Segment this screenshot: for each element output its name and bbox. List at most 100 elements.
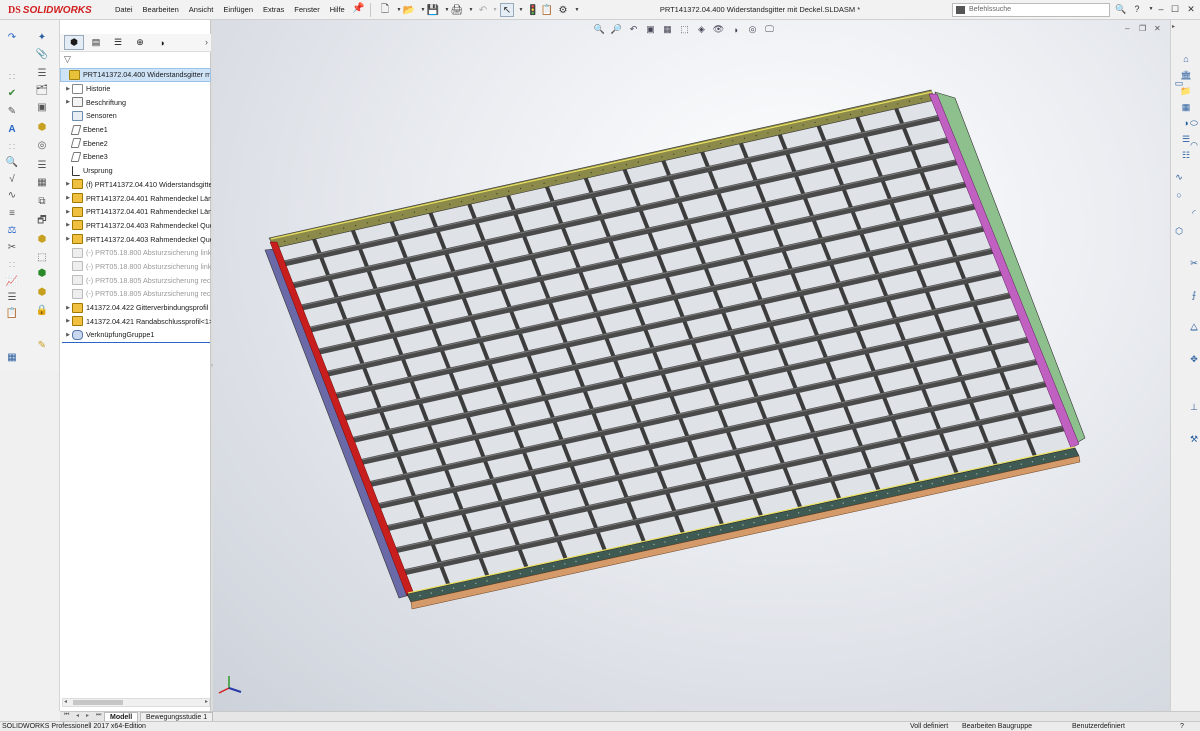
zoom-icon[interactable]: 🔍 xyxy=(4,155,20,169)
bill-of-materials-icon[interactable]: ☰ xyxy=(34,158,50,172)
restore-icon[interactable]: ☐ xyxy=(1168,2,1182,16)
menu-einfuegen[interactable]: Einfügen xyxy=(218,4,258,15)
menu-datei[interactable]: Datei xyxy=(110,4,138,15)
menu-ansicht[interactable]: Ansicht xyxy=(184,4,219,15)
tab-first-icon[interactable]: ⏮ xyxy=(64,712,69,719)
sketch-icon[interactable]: ∿ xyxy=(4,188,20,202)
scroll-right-icon[interactable]: ▸ xyxy=(205,698,208,705)
tree-item[interactable]: Ebene3 xyxy=(60,150,211,164)
expand-arrow-icon[interactable]: ▶ xyxy=(64,86,72,92)
tp-slot-icon[interactable]: ⬭ xyxy=(1186,116,1200,130)
view-palette-icon[interactable]: ▦ xyxy=(1178,100,1194,114)
tp-offset-icon[interactable]: ⨍ xyxy=(1186,288,1200,302)
tree-item[interactable]: ▶ (f) PRT141372.04.410 Widerstandsgitter xyxy=(60,178,211,192)
take-snapshot-icon[interactable]: ⬢ xyxy=(34,232,50,246)
treehouse-icon[interactable]: ⬢ xyxy=(34,285,50,299)
tp-polygon-icon[interactable]: ⬡ xyxy=(1171,224,1187,238)
rollback-bar[interactable] xyxy=(62,342,210,343)
tab-prev-icon[interactable]: ◂ xyxy=(76,712,79,719)
tree-item[interactable]: ▶ VerknüpfungGruppe1 xyxy=(60,328,211,342)
tree-item[interactable]: ▶ 141372.04.421 Randabschlussprofil<1> xyxy=(60,314,211,328)
curve-icon[interactable]: √ xyxy=(4,172,20,186)
file-properties-icon[interactable]: 📋 xyxy=(540,3,554,17)
tp-repair-icon[interactable]: ⚒ xyxy=(1186,432,1200,446)
mate-icon[interactable]: 📎 xyxy=(34,47,50,61)
tree-horizontal-scrollbar[interactable]: ◂ ▸ xyxy=(62,698,210,707)
tree-item[interactable]: Ebene2 xyxy=(60,136,211,150)
open-icon[interactable]: 📂 xyxy=(402,3,416,17)
property-manager-tab-icon[interactable]: ▤ xyxy=(86,35,106,50)
interference-detection-icon[interactable]: ∷ xyxy=(4,258,20,272)
graphics-area[interactable]: 🔍 🔎 ↶ ▣ ▦ ⬚ ◈ 👁 ◑ ◎ 🖵 – ❐ ✕ xyxy=(213,20,1170,711)
status-units[interactable]: Benutzerdefiniert xyxy=(1072,723,1125,730)
expand-arrow-icon[interactable]: ▶ xyxy=(64,99,72,105)
menu-extras[interactable]: Extras xyxy=(258,4,289,15)
tree-item[interactable]: (-) PRT05.18.800 Absturzsicherung links xyxy=(60,260,211,274)
pencil-edit-icon[interactable]: ✎ xyxy=(34,338,50,352)
expand-arrow-icon[interactable]: ▶ xyxy=(64,332,72,338)
design-library-icon[interactable]: 📋 xyxy=(4,306,20,320)
hole-alignment-icon[interactable]: 📈 xyxy=(4,274,20,288)
close-icon[interactable]: ✕ xyxy=(1184,2,1198,16)
command-search-input[interactable]: Befehlssuche xyxy=(952,3,1110,17)
tree-item[interactable]: (-) PRT05.18.805 Absturzsicherung rechts xyxy=(60,287,211,301)
tp-mirror-icon[interactable]: ⧋ xyxy=(1186,320,1200,334)
annotation-text-icon[interactable]: A xyxy=(4,122,20,136)
scroll-left-icon[interactable]: ◂ xyxy=(64,698,67,705)
lock-component-icon[interactable]: 🔒 xyxy=(34,303,50,317)
grating-assembly-model[interactable] xyxy=(213,20,1170,711)
update-speedpak-icon[interactable]: 🗗 xyxy=(34,214,50,228)
component-pattern-icon[interactable]: ☰ xyxy=(34,66,50,80)
expand-arrow-icon[interactable]: ▶ xyxy=(64,181,72,187)
linear-pattern-icon[interactable]: ∷ xyxy=(4,70,20,84)
menu-fenster[interactable]: Fenster xyxy=(289,4,324,15)
tree-item[interactable]: Ebene1 xyxy=(60,123,211,137)
exploded-view-icon[interactable]: ▦ xyxy=(34,175,50,189)
tree-item[interactable]: ▶ PRT141372.04.403 Rahmendeckel Quer xyxy=(60,232,211,246)
tree-item[interactable]: ▶ PRT141372.04.403 Rahmendeckel Quer xyxy=(60,219,211,233)
tp-fillet-icon[interactable]: ◜ xyxy=(1186,206,1200,220)
tree-item[interactable]: ▶ 141372.04.422 Gitterverbindungsprofil xyxy=(60,301,211,315)
tp-arc-icon[interactable]: ◠ xyxy=(1186,138,1200,152)
move-component-icon[interactable]: 🗂 xyxy=(34,83,50,97)
options-dropdown-icon[interactable]: ▼ xyxy=(570,3,584,17)
tab-last-icon[interactable]: ⏭ xyxy=(96,712,101,719)
tp-move-icon[interactable]: ✥ xyxy=(1186,352,1200,366)
select-icon[interactable]: ↖ xyxy=(500,3,514,17)
measure-icon[interactable]: ≡ xyxy=(4,206,20,220)
task-pane-collapse-icon[interactable]: ▸ xyxy=(1172,23,1175,30)
new-document-icon[interactable]: 🗋 xyxy=(378,3,392,17)
tp-ellipse-icon[interactable]: ○ xyxy=(1171,188,1187,202)
expand-arrow-icon[interactable]: ▶ xyxy=(64,305,72,311)
save-icon[interactable]: 💾 xyxy=(426,3,440,17)
feature-manager-tab-icon[interactable]: ⬢ xyxy=(64,35,84,50)
instant3d-icon[interactable]: ⧉ xyxy=(34,194,50,208)
tree-root-assembly[interactable]: PRT141372.04.400 Widerstandsgitter mit D… xyxy=(60,68,211,82)
tab-scroll-right-icon[interactable]: › xyxy=(205,37,208,47)
scroll-thumb[interactable] xyxy=(73,700,123,705)
tree-item[interactable]: ▶ PRT141372.04.401 Rahmendeckel Längs xyxy=(60,205,211,219)
tab-next-icon[interactable]: ▸ xyxy=(86,712,89,719)
pin-icon[interactable]: 📌 xyxy=(352,3,364,14)
clearance-verification-icon[interactable]: ⬚ xyxy=(34,250,50,264)
tree-item[interactable]: ▶ Historie xyxy=(60,82,211,96)
tree-item[interactable]: Ursprung xyxy=(60,164,211,178)
tp-sketch-rect-icon[interactable]: ▭ xyxy=(1171,76,1187,90)
section-view-icon[interactable]: ✂ xyxy=(4,240,20,254)
edit-component-icon[interactable]: ↷ xyxy=(4,30,20,44)
mass-properties-icon[interactable]: ⚖ xyxy=(4,223,20,237)
tree-item[interactable]: ▶ Beschriftung xyxy=(60,95,211,109)
expand-arrow-icon[interactable]: ▶ xyxy=(64,318,72,324)
print-icon[interactable]: 🖨 xyxy=(450,3,464,17)
tree-item[interactable]: Sensoren xyxy=(60,109,211,123)
rebuild-icon[interactable]: 🚦 xyxy=(526,3,540,17)
search-button-icon[interactable]: 🔍 xyxy=(1114,2,1128,16)
menu-bearbeiten[interactable]: Bearbeiten xyxy=(138,4,184,15)
solidworks-logo[interactable]: DS SOLIDWORKS xyxy=(8,3,92,17)
minimize-icon[interactable]: – xyxy=(1154,2,1168,16)
status-help-icon[interactable]: ? xyxy=(1180,723,1184,730)
large-assembly-icon[interactable]: ⬢ xyxy=(34,266,50,280)
expand-arrow-icon[interactable]: ▶ xyxy=(64,236,72,242)
options-gear-icon[interactable]: ⚙ xyxy=(556,3,570,17)
assembly-features-icon[interactable]: ▣ xyxy=(34,100,50,114)
